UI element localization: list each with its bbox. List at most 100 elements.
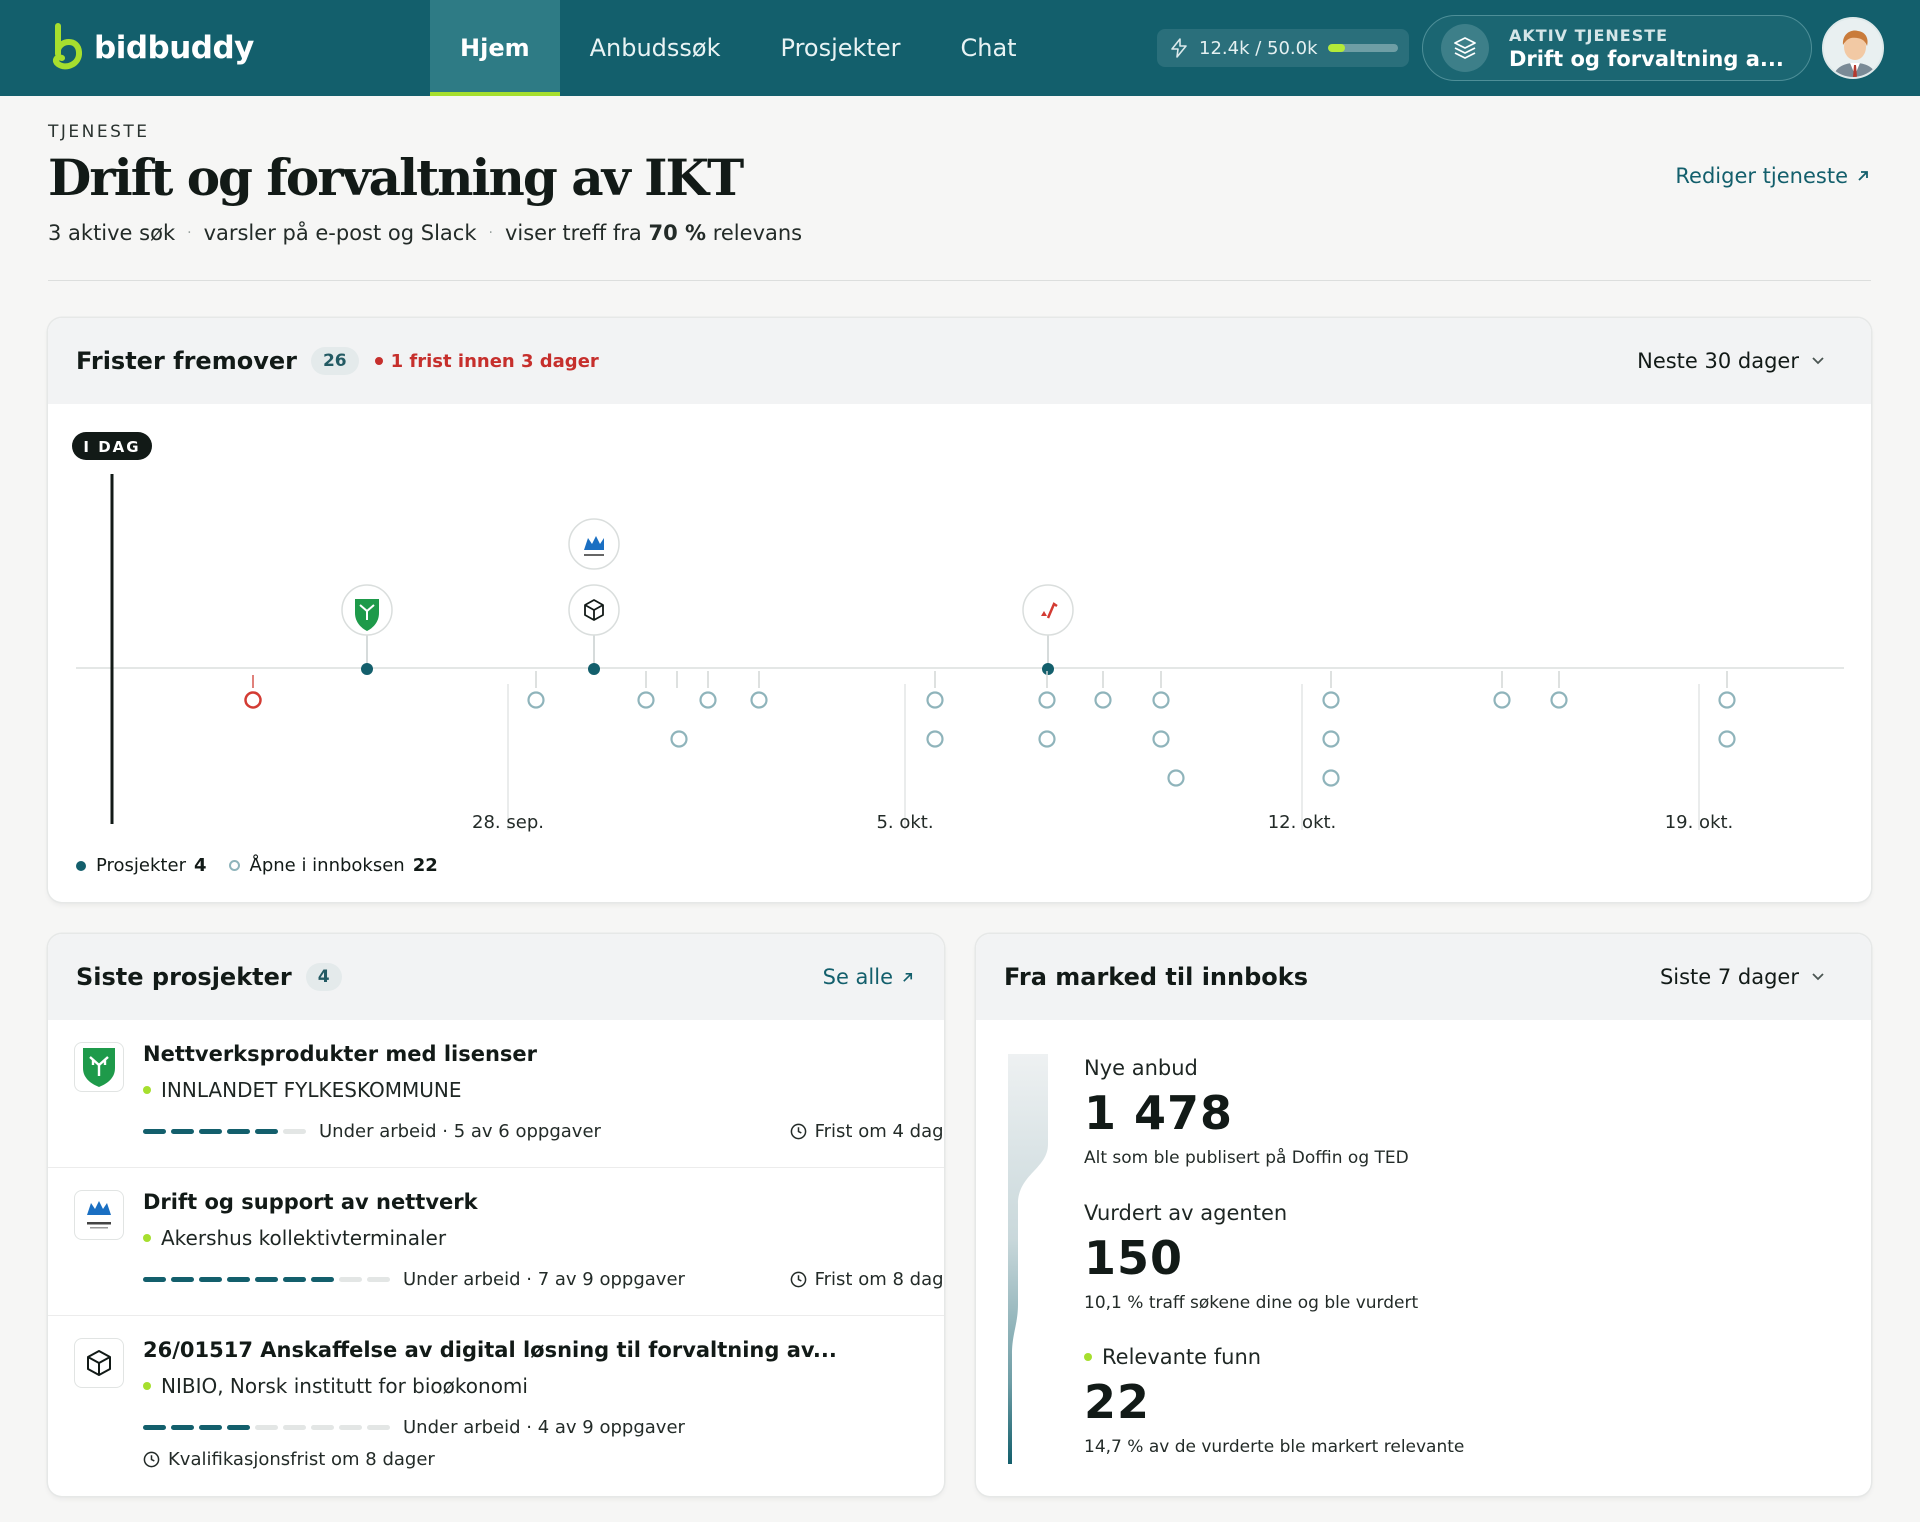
inbox-deadline-marker[interactable]: [1038, 730, 1056, 748]
task-segment-done: [227, 1425, 250, 1430]
deadlines-range-dropdown[interactable]: Neste 30 dager: [1637, 318, 1825, 404]
deadlines-header: Frister fremover 26 1 frist innen 3 dage…: [48, 318, 1871, 404]
page-eyebrow: TJENESTE: [48, 122, 150, 142]
inbox-deadline-marker[interactable]: [1322, 691, 1340, 709]
project-deadline-marker[interactable]: [361, 663, 373, 675]
inbox-deadline-marker[interactable]: [1152, 730, 1170, 748]
inbox-deadline-marker[interactable]: [1094, 691, 1112, 709]
project-row[interactable]: Drift og support av nettverk Akershus ko…: [48, 1168, 944, 1316]
clock-icon: [790, 1123, 806, 1140]
org-status-dot: [143, 1234, 151, 1242]
task-segment-done: [255, 1277, 278, 1282]
project-title: 26/01517 Anskaffelse av digital løsning …: [143, 1338, 837, 1362]
legend-inbox: Åpne i innboksen 22: [228, 855, 438, 876]
inbox-deadline-marker[interactable]: [670, 730, 688, 748]
task-segment-done: [199, 1277, 222, 1282]
active-service-switcher[interactable]: AKTIV TJENESTE Drift og forvaltning a...: [1422, 15, 1812, 81]
project-org-name: Akershus kollektivterminaler: [161, 1226, 447, 1250]
meta-searches: 3 aktive søk: [48, 221, 176, 245]
stat-value: 1 478: [1084, 1086, 1234, 1140]
inbox-deadline-marker[interactable]: [1152, 691, 1170, 709]
inbox-deadline-marker[interactable]: [1718, 691, 1736, 709]
task-segment-done: [143, 1129, 166, 1134]
inbox-deadline-marker[interactable]: [1718, 730, 1736, 748]
nav-prosjekter[interactable]: Prosjekter: [751, 0, 931, 96]
task-segment-todo: [367, 1277, 390, 1282]
see-all-link[interactable]: Se alle: [823, 934, 914, 1020]
akershus-logo-icon: [74, 1190, 124, 1240]
relevant-dot-icon: [1084, 1353, 1092, 1361]
project-deadline-marker[interactable]: [1042, 663, 1054, 675]
inbox-deadline-marker[interactable]: [527, 691, 545, 709]
inbox-deadline-marker[interactable]: [1322, 769, 1340, 787]
meta-relevance-suffix: relevans: [712, 221, 803, 245]
task-segment-todo: [283, 1129, 306, 1134]
date-label: 5. okt.: [876, 812, 933, 833]
task-segment-done: [227, 1277, 250, 1282]
inbox-deadline-marker[interactable]: [637, 691, 655, 709]
nav-chat[interactable]: Chat: [930, 0, 1046, 96]
legend-inbox-label: Åpne i innboksen: [249, 855, 405, 876]
open-dot-icon: [228, 860, 240, 871]
task-segment-done: [199, 1425, 222, 1430]
project-logo-bubble[interactable]: [568, 584, 620, 636]
task-segment-todo: [339, 1425, 362, 1430]
inbox-deadline-marker[interactable]: [1550, 691, 1568, 709]
inbox-deadline-marker[interactable]: [699, 691, 717, 709]
meta-relevance-prefix: viser treff fra: [504, 221, 642, 245]
project-status: Under arbeid · 5 av 6 oppgaver: [319, 1121, 601, 1142]
task-segment-done: [227, 1129, 250, 1134]
stat-label: Vurdert av agenten: [1084, 1201, 1288, 1225]
urgent-deadline-marker[interactable]: [244, 691, 262, 709]
inbox-deadline-marker[interactable]: [1322, 730, 1340, 748]
edit-service-link[interactable]: Rediger tjeneste: [1675, 164, 1870, 188]
inbox-deadline-marker[interactable]: [750, 691, 768, 709]
inbox-deadline-marker[interactable]: [1493, 691, 1511, 709]
bidbuddy-logo-icon: [52, 23, 82, 70]
project-logo-bubble[interactable]: [341, 584, 393, 636]
funnel-title: Fra marked til innboks: [1004, 963, 1309, 991]
inbox-deadline-markers: [527, 671, 1736, 787]
task-segment-todo: [311, 1425, 334, 1430]
project-deadline-text: Frist om 8 dager: [814, 1269, 944, 1290]
project-row[interactable]: 26/01517 Anskaffelse av digital løsning …: [48, 1316, 944, 1496]
legend-projects: Prosjekter 4: [76, 855, 207, 876]
project-logo-bubble[interactable]: [568, 518, 620, 570]
funnel-header: Fra marked til innboks Siste 7 dager: [976, 934, 1871, 1020]
inbox-deadline-marker[interactable]: [1167, 769, 1185, 787]
project-deadline: Frist om 8 dager: [790, 1269, 944, 1290]
funnel-range-dropdown[interactable]: Siste 7 dager: [1660, 934, 1825, 1020]
project-deadline: Kvalifikasjonsfrist om 8 dager: [143, 1449, 435, 1470]
project-row[interactable]: Nettverksprodukter med lisenser INNLANDE…: [48, 1020, 944, 1168]
inbox-deadline-marker[interactable]: [926, 691, 944, 709]
see-all-label: Se alle: [822, 965, 893, 989]
stat-description: 10,1 % traff søkene dine og ble vurdert: [1084, 1293, 1419, 1313]
alert-dot-icon: [374, 357, 383, 365]
credits-usage[interactable]: 12.4k / 50.0k: [1157, 29, 1409, 67]
chevron-down-icon: [1812, 973, 1824, 981]
project-logo-bubble[interactable]: [1022, 584, 1074, 636]
legend-inbox-count: 22: [412, 855, 438, 876]
user-avatar[interactable]: [1822, 17, 1884, 79]
active-service-label: AKTIV TJENESTE: [1509, 25, 1669, 45]
task-segment-done: [199, 1129, 222, 1134]
market-funnel-card: Fra marked til innboks Siste 7 dager Nye…: [976, 934, 1871, 1496]
projects-count-badge: 4: [305, 963, 342, 991]
inbox-deadline-marker[interactable]: [926, 730, 944, 748]
project-org: Akershus kollektivterminaler: [143, 1226, 446, 1250]
stat-label-text: Relevante funn: [1102, 1345, 1262, 1369]
credits-bar: [1327, 44, 1398, 52]
main-nav: Hjem Anbudssøk Prosjekter Chat: [430, 0, 1047, 96]
deadlines-card: Frister fremover 26 1 frist innen 3 dage…: [48, 318, 1871, 902]
stat-label-relevant: Relevante funn: [1084, 1345, 1261, 1369]
project-deadline-marker[interactable]: [588, 663, 600, 675]
funnel-range-label: Siste 7 dager: [1659, 965, 1799, 989]
nav-hjem[interactable]: Hjem: [430, 0, 560, 96]
app-logo[interactable]: bidbuddy: [48, 20, 254, 76]
projects-header: Siste prosjekter 4 Se alle: [48, 934, 944, 1020]
inbox-deadline-marker[interactable]: [1038, 691, 1056, 709]
filled-dot-icon: [76, 860, 86, 871]
project-org: INNLANDET FYLKESKOMMUNE: [143, 1078, 462, 1102]
funnel-graphic: [1008, 1054, 1048, 1464]
nav-anbudssok[interactable]: Anbudssøk: [560, 0, 751, 96]
